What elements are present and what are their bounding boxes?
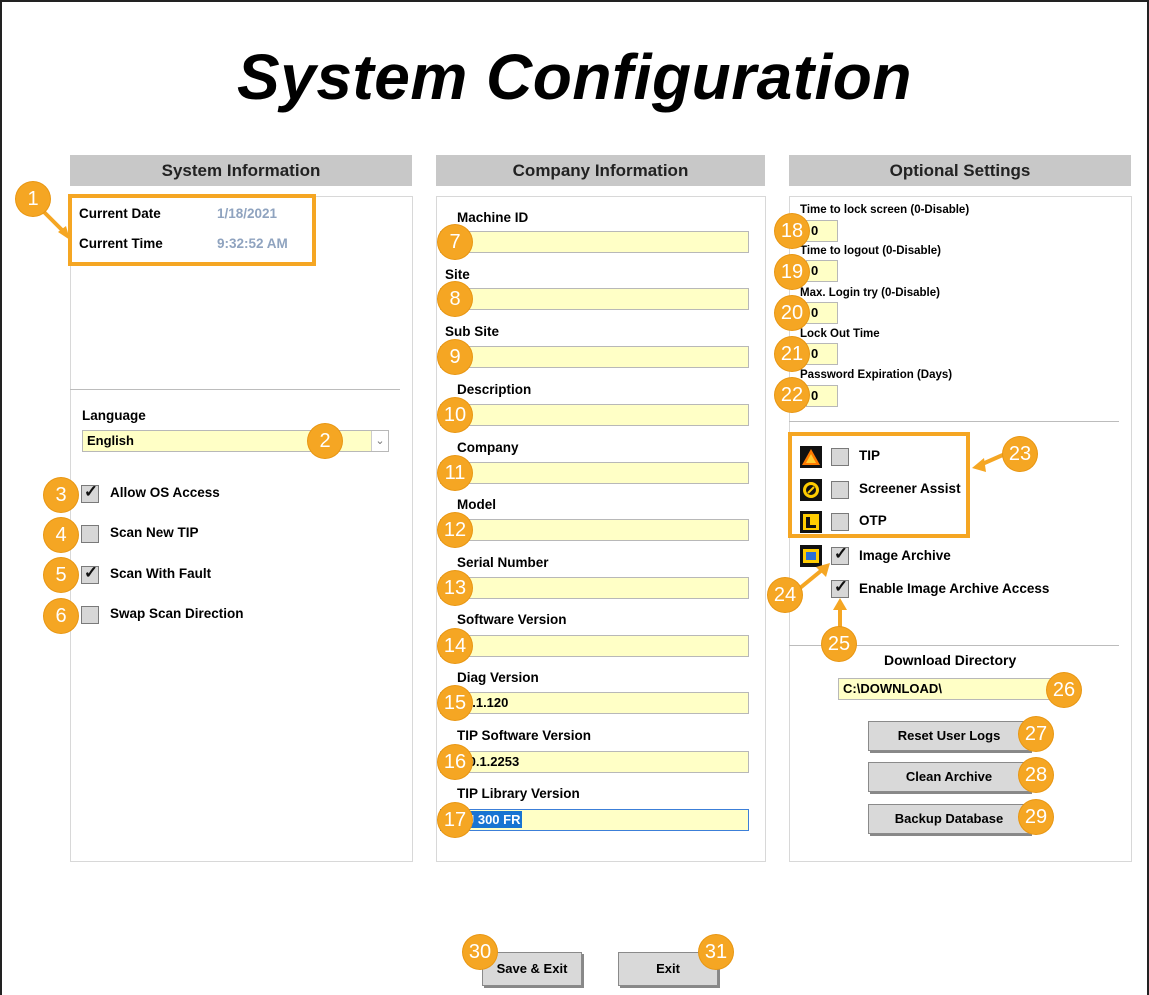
badge-16: 16 [438,745,472,779]
badge-28: 28 [1019,758,1053,792]
badge-12: 12 [438,513,472,547]
badge-30: 30 [463,935,497,969]
badge-9: 9 [438,340,472,374]
badge-8: 8 [438,282,472,316]
badge-21: 21 [775,337,809,371]
badge-29: 29 [1019,800,1053,834]
badge-14: 14 [438,629,472,663]
badge-15: 15 [438,686,472,720]
badge-22: 22 [775,378,809,412]
badge-25: 25 [822,627,856,661]
callout-arrows [40,208,1006,632]
badge-19: 19 [775,255,809,289]
badge-6: 6 [44,599,78,633]
badge-2: 2 [308,424,342,458]
badge-26: 26 [1047,673,1081,707]
badge-4: 4 [44,518,78,552]
badge-11: 11 [438,456,472,490]
badge-24: 24 [768,578,802,612]
badge-18: 18 [775,214,809,248]
badge-10: 10 [438,398,472,432]
badge-27: 27 [1019,717,1053,751]
badge-13: 13 [438,571,472,605]
badge-3: 3 [44,478,78,512]
badge-23: 23 [1003,437,1037,471]
badge-20: 20 [775,296,809,330]
badge-31: 31 [699,935,733,969]
badge-1: 1 [16,182,50,216]
badge-17: 17 [438,803,472,837]
badge-5: 5 [44,558,78,592]
badge-7: 7 [438,225,472,259]
